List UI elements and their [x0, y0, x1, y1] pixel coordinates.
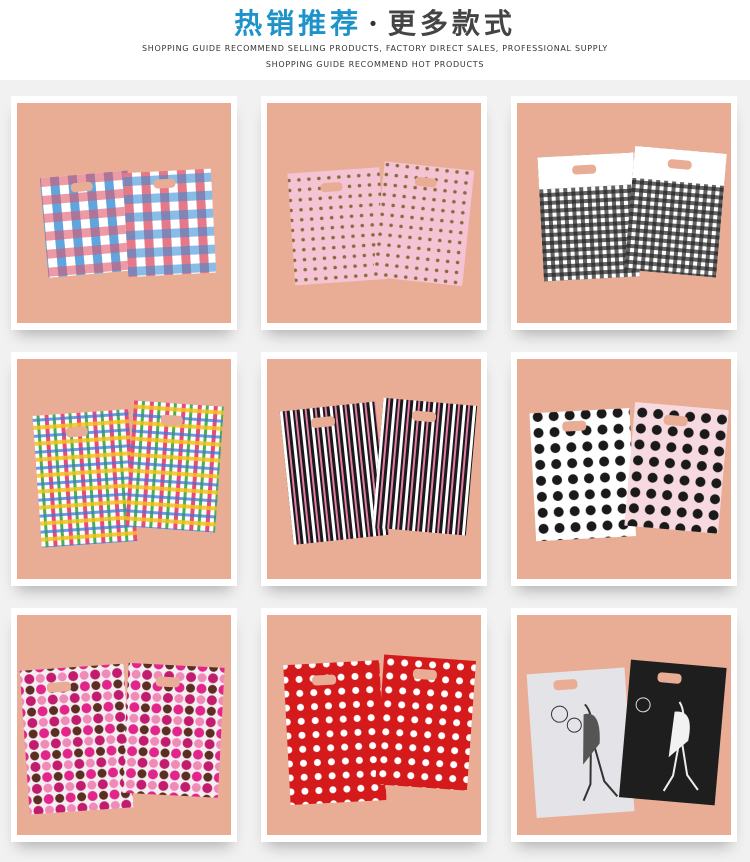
product-card-heart-circles[interactable] — [11, 608, 237, 842]
product-photo[interactable] — [267, 103, 481, 323]
product-photo[interactable] — [17, 359, 231, 579]
title-more-styles: 更多款式 — [387, 7, 516, 40]
product-photo[interactable] — [517, 103, 731, 323]
product-card-black-pink-stripes[interactable] — [261, 352, 487, 586]
header: 热销推荐 · 更多款式 SHOPPING GUIDE RECOMMEND SELLI… — [0, 0, 750, 80]
product-photo[interactable] — [267, 359, 481, 579]
product-card-multicolor-plaid[interactable] — [11, 352, 237, 586]
product-photo[interactable] — [517, 615, 731, 835]
pink-polka-dot-bags-image — [287, 161, 475, 287]
page-title: 热销推荐 · 更多款式 — [0, 2, 750, 42]
title-separator: · — [368, 7, 382, 40]
product-card-black-white-gingham[interactable] — [511, 96, 737, 330]
black-pink-stripes-bags-image — [279, 397, 478, 545]
product-photo[interactable] — [17, 615, 231, 835]
product-card-black-polka-dot[interactable] — [511, 352, 737, 586]
product-card-red-white-polka-dot[interactable] — [261, 608, 487, 842]
title-hot-recommend: 热销推荐 — [234, 7, 363, 40]
black-polka-dot-bags-image — [529, 401, 729, 542]
product-card-blue-red-plaid[interactable] — [11, 96, 237, 330]
subtitle-line-2: SHOPPING GUIDE RECOMMEND HOT PRODUCTS — [265, 60, 485, 69]
product-card-pink-polka-dot[interactable] — [261, 96, 487, 330]
girl-with-balloons-bags-image — [526, 659, 727, 819]
product-card-girl-with-balloons[interactable] — [511, 608, 737, 842]
product-photo[interactable] — [517, 359, 731, 579]
product-photo[interactable] — [267, 615, 481, 835]
black-white-gingham-bags-image — [537, 145, 727, 282]
subtitle-line-1: SHOPPING GUIDE RECOMMEND SELLING PRODUCT… — [141, 44, 609, 53]
heart-circles-bags-image — [19, 662, 225, 815]
red-white-polka-dot-bags-image — [283, 654, 476, 806]
multicolor-plaid-bags-image — [32, 400, 224, 548]
blue-red-plaid-bags-image — [39, 168, 217, 278]
product-photo[interactable] — [17, 103, 231, 323]
